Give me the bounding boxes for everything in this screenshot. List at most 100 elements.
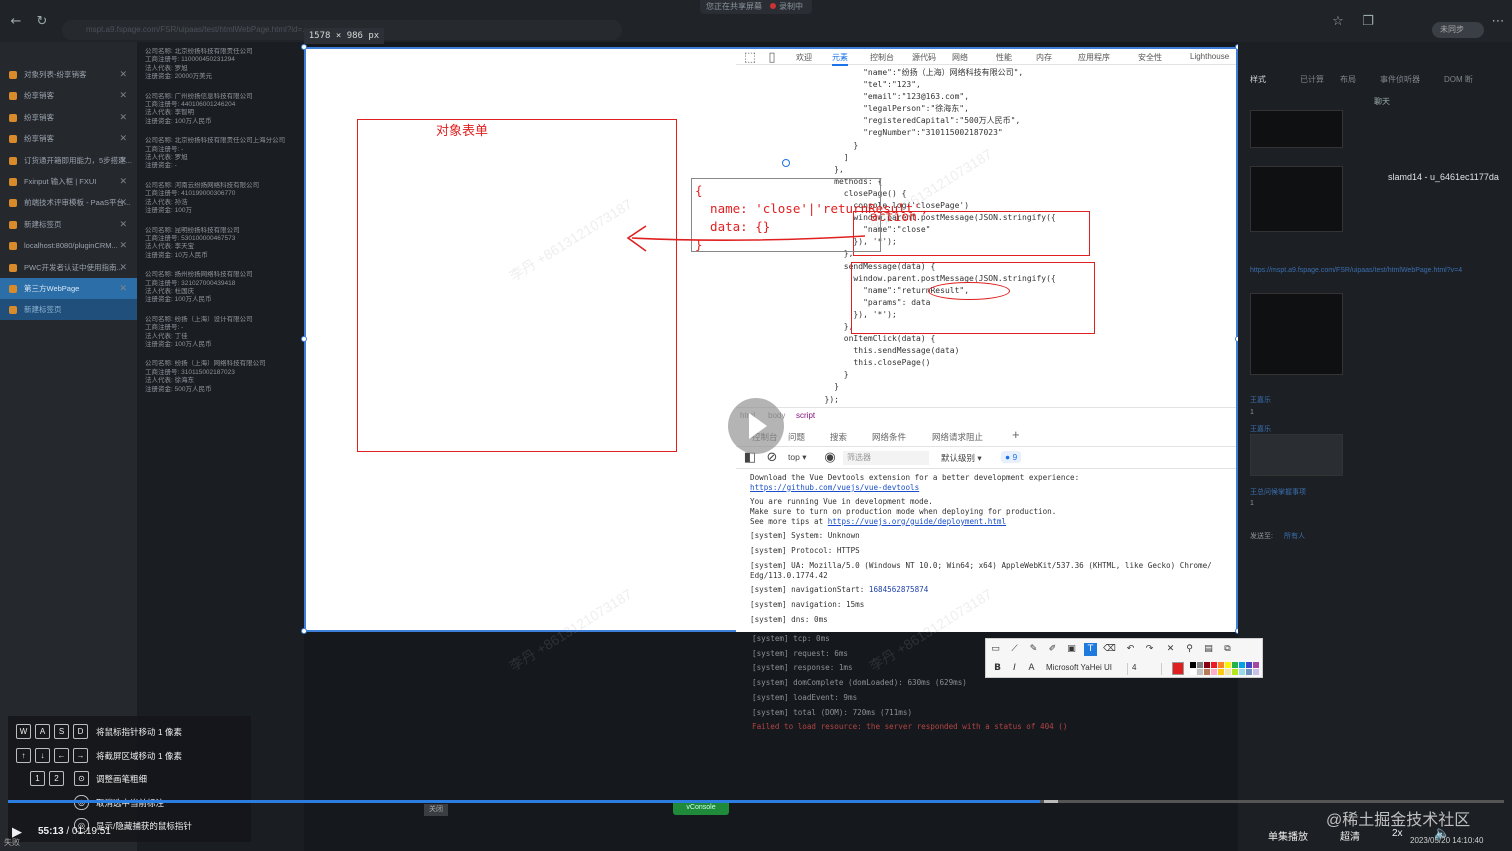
company-entry[interactable]: 公司名称: 北京纷扬科技有限责任公司 工商注册号: 110000450231294… (145, 48, 304, 82)
sidebar-tab[interactable]: PWC开发者认证中使用指南... ✕ (0, 257, 137, 278)
font-select[interactable]: Microsoft YaHei UI (1046, 663, 1128, 675)
devtools-tab[interactable]: 性能 (996, 52, 1012, 63)
color-swatch[interactable] (1204, 669, 1210, 675)
color-swatch[interactable] (1197, 669, 1203, 675)
devtools-tab[interactable]: 欢迎 (796, 52, 812, 63)
color-swatch[interactable] (1253, 669, 1259, 675)
playlist-mode[interactable]: 单集播放 (1268, 828, 1308, 843)
text-tool-icon[interactable]: T (1084, 643, 1097, 656)
color-swatch[interactable] (1246, 669, 1252, 675)
level-select[interactable]: 默认级别 ▾ (941, 452, 982, 464)
close-tab-icon[interactable]: ✕ (119, 235, 127, 256)
devtools-tab[interactable]: 内存 (1036, 52, 1052, 63)
sidebar-tab[interactable]: 订货通开箱即用能力，5步搭建... ✕ (0, 150, 137, 171)
mosaic-tool-icon[interactable]: ▣ (1065, 643, 1078, 656)
screen-share-indicator[interactable]: 您正在共享屏幕 录制中 (700, 0, 812, 14)
reload-icon[interactable]: ↻ (34, 14, 50, 30)
send-to-select[interactable]: 所有人 (1284, 531, 1305, 541)
drawer-tab[interactable]: + (1012, 427, 1020, 442)
close-tab-icon[interactable]: ✕ (119, 150, 127, 171)
pin-icon[interactable]: ⚲ (1183, 643, 1196, 656)
devtools-tab[interactable]: Lighthouse (1190, 52, 1229, 61)
color-swatch[interactable] (1232, 662, 1238, 668)
close-tab-icon[interactable]: ✕ (119, 257, 127, 278)
company-entry[interactable]: 公司名称: 扬州纷扬网络科技有限公司 工商注册号: 321027000439418… (145, 271, 304, 305)
styles-tab[interactable]: 已计算 (1300, 74, 1324, 85)
pen-tool-icon[interactable]: ✎ (1027, 643, 1040, 656)
color-swatch[interactable] (1239, 662, 1245, 668)
play-overlay-button[interactable] (728, 398, 784, 454)
sidebar-tab[interactable]: 新建标签页 ✕ (0, 214, 137, 235)
color-swatch[interactable] (1204, 662, 1210, 668)
color-swatch[interactable] (1190, 669, 1196, 675)
resize-handle-ml[interactable] (301, 336, 307, 342)
devtools-tab[interactable]: 控制台 (870, 52, 894, 63)
resize-handle-bl[interactable] (301, 628, 307, 634)
bold-icon[interactable]: B (991, 662, 1004, 675)
devtools-tab[interactable]: 应用程序 (1078, 52, 1110, 63)
styles-tab[interactable]: 样式 (1250, 74, 1266, 85)
close-tab-icon[interactable]: ✕ (119, 64, 127, 85)
close-tab-icon[interactable]: ✕ (119, 128, 127, 149)
undo-icon[interactable]: ↶ (1124, 643, 1137, 656)
save-icon[interactable]: ▤ (1202, 643, 1215, 656)
participant-thumb-1[interactable] (1250, 110, 1343, 148)
color-swatch[interactable] (1211, 669, 1217, 675)
sidebar-tab[interactable]: Fxinput 输入框 | FXUI ✕ (0, 171, 137, 192)
quality-select[interactable]: 超清 (1340, 828, 1360, 843)
video-progress[interactable] (8, 800, 1504, 803)
eye-icon[interactable]: ◉ (822, 450, 838, 466)
inspect-icon[interactable]: ⬚ (742, 50, 758, 66)
close-tab-icon[interactable]: ✕ (119, 107, 127, 128)
close-tab-icon[interactable]: ✕ (119, 192, 127, 213)
devtools-tab[interactable]: 源代码 (912, 52, 936, 63)
drawer-tab[interactable]: 网络请求阻止 (932, 431, 983, 443)
color-swatch[interactable] (1197, 662, 1203, 668)
chat-link[interactable]: https://mspt.a9.fspage.com/FSR/uipaas/te… (1250, 267, 1462, 274)
more-icon[interactable]: ⋯ (1490, 14, 1506, 30)
company-entry[interactable]: 公司名称: 纷扬（上海）设计有限公司 工商注册号: - 法人代表: 丁佳 注册资金: … (145, 316, 304, 350)
italic-icon[interactable]: I (1008, 662, 1021, 675)
share-stop[interactable]: 录制中 (779, 2, 803, 11)
color-swatch[interactable] (1232, 669, 1238, 675)
font-size-select[interactable]: 4 (1132, 663, 1162, 675)
styles-tab[interactable]: 布局 (1340, 74, 1356, 85)
color-swatch[interactable] (1218, 662, 1224, 668)
clear-icon[interactable]: ⊘ (764, 450, 780, 466)
close-tab-icon[interactable]: ✕ (119, 85, 127, 106)
color-swatch[interactable] (1225, 662, 1231, 668)
company-entry[interactable]: 公司名称: 昆明纷扬科技有限公司 工商注册号: 530100000467573 法人… (145, 227, 304, 261)
sidebar-tab[interactable]: 对象列表-纷享销客 ✕ (0, 64, 137, 85)
resize-handle-tl[interactable] (301, 44, 307, 50)
devtools-tab[interactable]: 安全性 (1138, 52, 1162, 63)
console-link[interactable]: https://github.com/vuejs/vue-devtools (750, 483, 919, 492)
close-icon[interactable]: ✕ (1164, 643, 1177, 656)
device-icon[interactable]: ▯ (764, 50, 780, 66)
copy-icon[interactable]: ⧉ (1221, 643, 1234, 656)
participant-thumb-2[interactable] (1250, 166, 1343, 232)
redo-icon[interactable]: ↷ (1143, 643, 1156, 656)
issues-badge[interactable]: ● 9 (1001, 451, 1022, 463)
close-tab-icon[interactable]: ✕ (119, 278, 127, 299)
company-entry[interactable]: 公司名称: 河南云纷扬网络科技有限公司 工商注册号: 41019900030677… (145, 182, 304, 216)
sidebar-tab[interactable]: localhost:8080/pluginCRM... ✕ (0, 235, 137, 256)
close-tab-icon[interactable]: ✕ (119, 171, 127, 192)
color-swatch[interactable] (1239, 669, 1245, 675)
close-tab-icon[interactable]: ✕ (119, 214, 127, 235)
filter-input[interactable]: 筛选器 (843, 451, 929, 465)
company-entry[interactable]: 公司名称: 广州纷扬信息科技有限公司 工商注册号: 440106001246204… (145, 93, 304, 127)
collections-icon[interactable]: ❐ (1360, 14, 1376, 30)
context-select[interactable]: top ▾ (788, 452, 806, 463)
company-entry[interactable]: 公司名称: 北京纷扬科技有限责任公司上海分公司 工商注册号: - 法人代表: 罗旭注… (145, 137, 304, 171)
line-tool-icon[interactable]: ⟋ (1008, 643, 1021, 656)
breadcrumb-item[interactable]: script (796, 411, 815, 420)
sidebar-tab[interactable]: 纷享销客 ✕ (0, 128, 137, 149)
sidebar-tab[interactable]: 第三方WebPage ✕ (0, 278, 137, 299)
color-swatch[interactable] (1211, 662, 1217, 668)
participant-thumb-4[interactable] (1250, 434, 1343, 476)
sidebar-tab[interactable]: 纷享销客 ✕ (0, 85, 137, 106)
close-small-button[interactable]: 关闭 (424, 804, 448, 816)
rect-tool-icon[interactable]: ▭ (989, 643, 1002, 656)
styles-tab[interactable]: 事件侦听器 (1380, 74, 1420, 85)
color-swatch[interactable] (1190, 662, 1196, 668)
